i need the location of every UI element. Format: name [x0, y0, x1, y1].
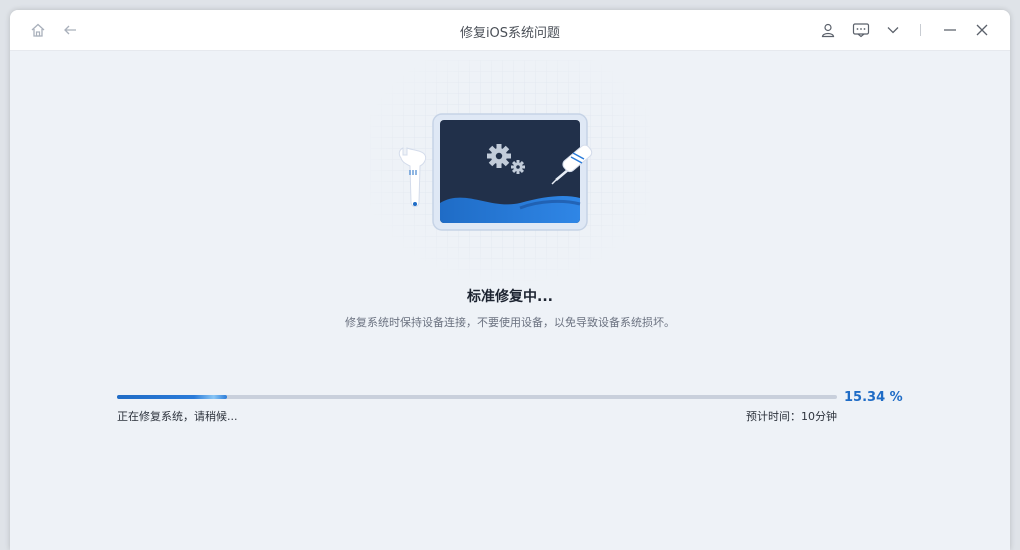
- user-icon[interactable]: [818, 20, 838, 40]
- minimize-icon[interactable]: [940, 20, 960, 40]
- feedback-icon[interactable]: [851, 20, 871, 40]
- progress-bar: [117, 395, 837, 399]
- repair-status-heading: 标准修复中...: [467, 289, 553, 305]
- estimated-time-text: 预计时间：10分钟: [746, 410, 837, 423]
- small-gear-icon: [511, 160, 525, 174]
- progress-status-text: 正在修复系统，请稍候...: [117, 410, 238, 423]
- app-window: 修复iOS系统问题 标准修复中... 修复系统时保持设备连接，不要使用设备，以免…: [10, 10, 1010, 550]
- progress-bar-fill: [117, 395, 228, 399]
- gear-icon: [487, 144, 511, 168]
- chevron-down-icon[interactable]: [883, 20, 903, 40]
- titlebar-divider: [920, 24, 921, 36]
- close-icon[interactable]: [972, 20, 992, 40]
- title-bar: 修复iOS系统问题: [10, 10, 1010, 51]
- progress-percent: 15.34 %: [844, 390, 903, 405]
- repair-illustration: [370, 60, 650, 285]
- repair-instruction-text: 修复系统时保持设备连接，不要使用设备，以免导致设备系统损坏。: [345, 316, 675, 329]
